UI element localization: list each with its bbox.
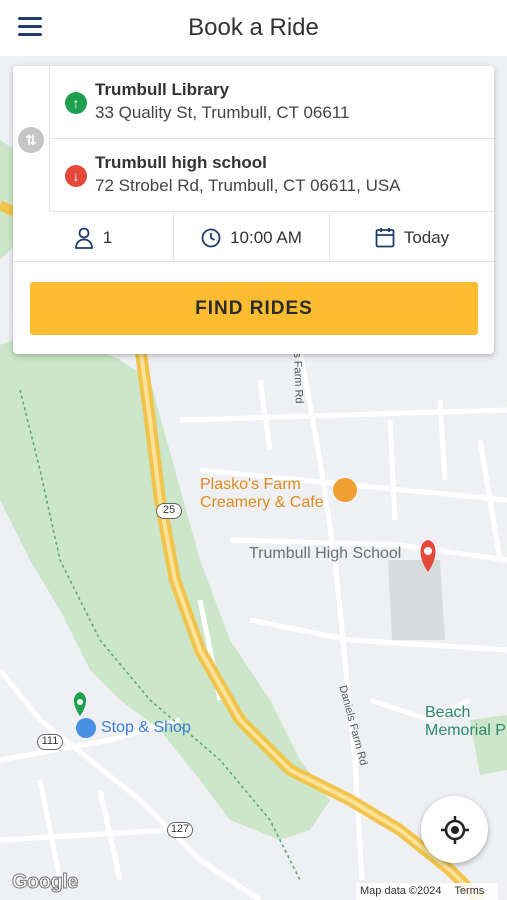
dropoff-name: Trumbull high school [95,153,267,172]
arrow-up-icon: ↑ [65,92,87,114]
find-rides-button[interactable]: FIND RIDES [30,282,478,335]
passenger-selector[interactable]: 1 [13,213,174,262]
google-logo: Google [12,871,79,894]
map-data-text: Map data ©2024 [360,885,442,897]
route-shield-111: 111 [37,734,63,750]
date-selector[interactable]: Today [330,213,494,262]
pickup-field[interactable]: ↑ Trumbull Library 33 Quality St, Trumbu… [51,66,494,139]
map-attribution: Map data ©2024 Terms [356,883,499,900]
place-label-school[interactable]: Trumbull High School [249,545,401,563]
time-selector[interactable]: 10:00 AM [174,213,330,262]
clock-icon [201,228,221,247]
passenger-count: 1 [102,227,113,247]
calendar-icon [375,228,395,248]
trip-card: ⇅ ↑ Trumbull Library 33 Quality St, Trum… [13,66,494,354]
pickup-name: Trumbull Library [95,80,230,99]
school-grounds [388,560,445,640]
person-icon [74,227,93,249]
page-title: Book a Ride [188,14,319,41]
crosshair-icon [441,816,469,844]
arrow-down-icon: ↓ [65,165,87,187]
pickup-time: 10:00 AM [230,227,302,247]
terms-link[interactable]: Terms [454,885,484,897]
trip-options: 1 10:00 AM Today [13,213,494,262]
swap-column: ⇅ [13,66,50,212]
route-shield-25: 25 [156,503,182,519]
my-location-button[interactable] [421,796,488,863]
dropoff-address: 72 Strobel Rd, Trumbull, CT 06611, USA [95,176,401,195]
swap-vertical-icon[interactable]: ⇅ [18,127,44,153]
pickup-date: Today [403,227,450,247]
pickup-address: 33 Quality St, Trumbull, CT 06611 [95,103,350,122]
route-shield-127: 127 [167,822,193,838]
place-label-beach[interactable]: Beach Memorial P [425,704,506,740]
place-label-store[interactable]: Stop & Shop [101,719,191,737]
app-header: Book a Ride [0,0,507,56]
place-label-farm[interactable]: Plasko's Farm Creamery & Cafe [200,476,324,512]
road-label-north: s Farm Rd [291,352,305,404]
dropoff-field[interactable]: ↓ Trumbull high school 72 Strobel Rd, Tr… [51,139,494,212]
